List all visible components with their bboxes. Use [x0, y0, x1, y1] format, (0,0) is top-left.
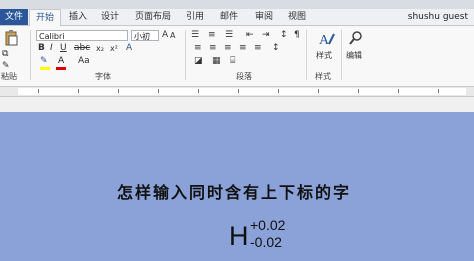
separator — [185, 30, 186, 80]
tab-insert[interactable]: 插入 — [64, 9, 92, 25]
justify-icon[interactable]: ≡ — [239, 43, 247, 54]
highlight-icon[interactable]: ✎ — [40, 56, 48, 67]
align-center-icon[interactable]: ≡ — [209, 43, 217, 54]
tab-page-layout[interactable]: 页面布局 — [133, 9, 173, 25]
title-bar — [0, 0, 474, 9]
separator — [306, 30, 307, 80]
line-spacing-icon[interactable]: ↕ — [272, 43, 280, 54]
align-right-icon[interactable]: ≡ — [224, 43, 232, 54]
bullets-icon[interactable]: ☰ — [191, 30, 199, 41]
increase-indent-icon[interactable]: ⇥ — [262, 30, 270, 41]
superscript-icon[interactable]: x² — [110, 43, 118, 54]
grow-font-icon[interactable]: A — [162, 30, 168, 41]
ribbon: ⧉ ✎ 粘贴 Calibri 小初 A A B I U abc x₂ x² A … — [0, 26, 474, 87]
tab-home[interactable]: 开始 — [29, 9, 61, 26]
sort-icon[interactable]: ↕ — [280, 30, 288, 41]
change-case-icon[interactable]: Aa — [78, 56, 90, 67]
italic-icon[interactable]: I — [50, 43, 53, 54]
numbering-icon[interactable]: ≡ — [208, 30, 216, 41]
font-size-box[interactable]: 小初 — [131, 30, 159, 41]
formula-subscript: -0.02 — [250, 234, 282, 250]
find-icon[interactable] — [348, 30, 364, 46]
separator — [341, 30, 342, 80]
chinese-layout-icon[interactable]: ⌸ — [230, 56, 235, 67]
horizontal-ruler[interactable] — [18, 88, 466, 95]
tab-mailings[interactable]: 邮件 — [215, 9, 243, 25]
subscript-icon[interactable]: x₂ — [96, 43, 104, 54]
font-name-box[interactable]: Calibri — [36, 30, 128, 41]
multilevel-list-icon[interactable]: ☰ — [225, 30, 233, 41]
styles-icon[interactable]: A — [318, 30, 336, 48]
font-color-icon[interactable]: A — [58, 56, 64, 67]
align-left-icon[interactable]: ≡ — [194, 43, 202, 54]
strikethrough-icon[interactable]: abc — [74, 43, 90, 54]
bold-icon[interactable]: B — [38, 43, 45, 54]
user-name[interactable]: shushu guest — [408, 12, 468, 22]
tab-view[interactable]: 视图 — [283, 9, 311, 25]
tab-file[interactable]: 文件 — [0, 9, 28, 25]
ribbon-tab-bar: 文件 开始 插入 设计 页面布局 引用 邮件 审阅 视图 shushu gues… — [0, 9, 474, 26]
editing-button-label[interactable]: 编辑 — [346, 50, 362, 61]
tab-references[interactable]: 引用 — [181, 9, 209, 25]
distributed-icon[interactable]: ≡ — [254, 43, 262, 54]
paste-label[interactable]: 粘贴 — [1, 71, 17, 82]
underline-icon[interactable]: U — [60, 43, 67, 54]
formula-base: H — [229, 221, 249, 251]
show-marks-icon[interactable]: ¶ — [294, 30, 300, 41]
page-gap — [0, 97, 474, 112]
font-color-bar — [56, 67, 66, 70]
paste-icon[interactable] — [4, 30, 18, 46]
paragraph-group-label: 段落 — [236, 72, 252, 81]
decrease-indent-icon[interactable]: ⇤ — [246, 30, 254, 41]
shrink-font-icon[interactable]: A — [170, 30, 175, 41]
separator — [30, 30, 31, 80]
tab-review[interactable]: 审阅 — [250, 9, 278, 25]
tab-design[interactable]: 设计 — [96, 9, 124, 25]
font-group-label: 字体 — [95, 72, 111, 81]
formula-superscript: +0.02 — [250, 217, 286, 233]
highlight-color-bar — [40, 67, 50, 70]
styles-button-label[interactable]: 样式 — [316, 50, 332, 61]
styles-group-label: 样式 — [315, 72, 331, 81]
text-effects-icon[interactable]: A — [126, 43, 132, 54]
borders-icon[interactable]: ▦ — [212, 56, 221, 67]
shading-icon[interactable]: ◪ — [194, 56, 203, 67]
copy-icon[interactable]: ⧉ — [2, 49, 8, 60]
document-heading[interactable]: 怎样输入同时含有上下标的字 — [117, 179, 351, 203]
svg-text:A: A — [319, 33, 330, 48]
